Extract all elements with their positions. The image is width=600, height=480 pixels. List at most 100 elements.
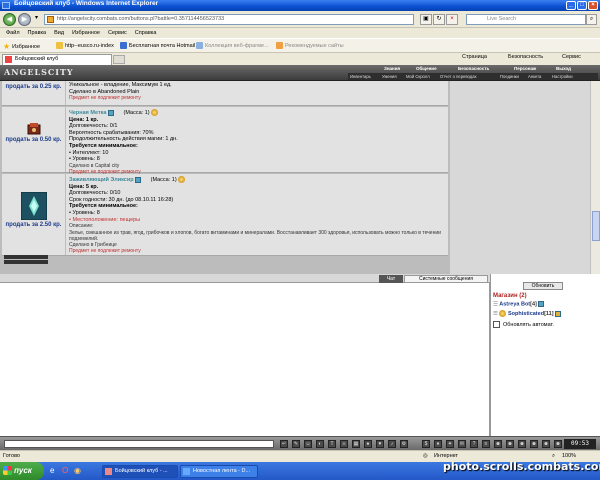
search-icon[interactable]: ⌕ <box>586 14 597 25</box>
nav-exit[interactable]: Выход <box>556 66 571 71</box>
send-icon[interactable]: ↵ <box>280 440 288 448</box>
history-dropdown-icon[interactable]: ▾ <box>32 14 41 25</box>
nav-security[interactable]: Безопасность <box>458 66 489 71</box>
menu-edit[interactable]: Правка <box>28 30 47 36</box>
scroll-icon[interactable]: ≡ <box>482 440 490 448</box>
auto-refresh-checkbox[interactable] <box>493 321 500 328</box>
security-menu[interactable]: Безопасность <box>508 54 543 60</box>
back-button[interactable]: ◀ <box>3 13 16 26</box>
person-icon[interactable]: ☻ <box>542 440 550 448</box>
game-logo[interactable]: ANGELSCITY <box>4 67 74 77</box>
favorites-bar: ★ Избранное http--eusco.ru-index Бесплат… <box>0 38 600 53</box>
quicklaunch-opera-icon[interactable]: O <box>62 466 68 475</box>
menu-view[interactable]: Вид <box>54 30 64 36</box>
user-row[interactable]: ☰ Astreya Bot[4] <box>493 301 545 307</box>
item-made: Сделано в Abandoned Plain <box>69 88 140 95</box>
sell-link[interactable]: продать за 0.50 кр. <box>2 137 65 143</box>
search-input[interactable]: Live Search <box>466 14 586 25</box>
page-menu[interactable]: Страница <box>462 54 487 60</box>
maximize-button[interactable]: □ <box>577 1 587 10</box>
person-icon[interactable]: ☻ <box>494 440 502 448</box>
tab-chat[interactable]: Чат <box>379 275 403 283</box>
fav-item-hotmail[interactable]: Бесплатная почта Hotmail <box>120 42 195 49</box>
subnav-skills[interactable]: Умения <box>382 74 397 79</box>
task-news-feed[interactable]: Новостная лента - D... <box>180 465 258 478</box>
fav-item-suggested[interactable]: Рекомендуемые сайты <box>276 42 344 49</box>
user-info-icon[interactable] <box>538 301 545 307</box>
forward-button[interactable]: ▶ <box>18 13 31 26</box>
scroll-thumb[interactable] <box>592 211 600 241</box>
nav-character[interactable]: Персонаж <box>514 66 536 71</box>
person-icon[interactable]: ☻ <box>518 440 526 448</box>
favorites-button[interactable]: ★ Избранное <box>3 42 40 51</box>
person-icon[interactable]: ☻ <box>530 440 538 448</box>
shop-icon[interactable]: $ <box>422 440 430 448</box>
subnav-settings[interactable]: Настройки <box>552 74 573 79</box>
subnav-scroll[interactable]: Мой Скролл <box>406 74 430 79</box>
quest-icon[interactable]: ? <box>470 440 478 448</box>
task-fight-club[interactable]: Бойцовский клуб - ... <box>102 465 178 478</box>
compat-view-icon[interactable]: ▣ <box>420 14 432 25</box>
rune-icon[interactable]: ✦ <box>446 440 454 448</box>
nav-communication[interactable]: Общение <box>416 66 437 71</box>
subnav-inventory[interactable]: Инвентарь <box>350 74 371 79</box>
item-req-title: Требуется минимальное: <box>69 142 138 149</box>
zoom-icon[interactable]: ⌕ <box>552 453 555 460</box>
zoom-level[interactable]: 100% <box>562 453 576 459</box>
close-button[interactable]: × <box>588 1 598 10</box>
menu-help[interactable]: Справка <box>135 30 157 36</box>
subnav-transfers[interactable]: Отчет о переводах <box>440 74 477 79</box>
user-row[interactable]: ☰ Sophisticated[11] <box>493 310 562 317</box>
user-name[interactable]: Sophisticated <box>508 311 544 317</box>
chat-input[interactable] <box>4 440 274 448</box>
person-icon[interactable]: ☻ <box>554 440 562 448</box>
start-button[interactable]: пуск <box>0 462 44 480</box>
fav-item-eusco[interactable]: http--eusco.ru-index <box>56 42 114 49</box>
counter-badge[interactable] <box>4 260 48 264</box>
filter-icon[interactable]: ◐ <box>316 440 324 448</box>
translit-icon[interactable]: T <box>328 440 336 448</box>
content-scrollbar[interactable] <box>590 81 600 274</box>
smile-icon[interactable]: ☺ <box>304 440 312 448</box>
user-info-icon[interactable] <box>555 310 562 317</box>
address-input[interactable]: http://angelscity.combats.com/buttons.pl… <box>44 14 414 25</box>
info-icon[interactable] <box>108 109 115 116</box>
info-icon[interactable] <box>135 176 142 183</box>
map-icon[interactable]: ▦ <box>352 440 360 448</box>
sell-link[interactable]: продать за 2.50 кр. <box>2 222 65 228</box>
music-icon[interactable]: ♪ <box>388 440 396 448</box>
sub-nav: Инвентарь Умения Мой Скролл Отчет о пере… <box>348 73 598 80</box>
item-name[interactable]: Заживляющий Эликсир <box>69 177 134 183</box>
refresh-button[interactable]: Обновить <box>523 282 563 290</box>
tab-system-messages[interactable]: Системные сообщения <box>404 275 488 283</box>
sell-link[interactable]: продать за 0.25 кр. <box>2 84 65 90</box>
nav-knowledge[interactable]: Знания <box>384 66 400 71</box>
quicklaunch-ie-icon[interactable]: e <box>50 466 54 475</box>
refresh-icon[interactable]: ↻ <box>433 14 445 25</box>
chat-area[interactable] <box>0 283 490 436</box>
counter-badge[interactable] <box>4 255 48 259</box>
clear-icon[interactable]: ✎ <box>292 440 300 448</box>
tools-menu[interactable]: Сервис <box>562 54 581 60</box>
settings-icon[interactable]: ⚙ <box>400 440 408 448</box>
subnav-profile[interactable]: Анкета <box>528 74 541 79</box>
quicklaunch-firefox-icon[interactable]: ◉ <box>74 466 81 475</box>
clan-chat-icon[interactable]: ♠ <box>364 440 372 448</box>
fav-item-webslices[interactable]: Коллекция веб-фрагме... <box>196 42 269 49</box>
minimize-button[interactable]: _ <box>566 1 576 10</box>
fight-icon[interactable]: ⚔ <box>340 440 348 448</box>
friends-icon[interactable]: ♥ <box>376 440 384 448</box>
suggested-icon <box>276 42 283 49</box>
new-tab-button[interactable] <box>113 55 125 64</box>
bag-icon[interactable]: ♦ <box>434 440 442 448</box>
person-icon[interactable]: ☻ <box>506 440 514 448</box>
tab-fight-club[interactable]: Бойцовский клуб <box>2 54 112 65</box>
user-name[interactable]: Astreya Bot <box>499 301 530 307</box>
subnav-battles[interactable]: Поединки <box>500 74 519 79</box>
stop-icon[interactable]: × <box>446 14 458 25</box>
mail-icon[interactable]: ✉ <box>458 440 466 448</box>
menu-tools[interactable]: Сервис <box>108 30 127 36</box>
item-name[interactable]: Черная Метка <box>69 110 106 116</box>
menu-favorites[interactable]: Избранное <box>72 30 100 36</box>
menu-file[interactable]: Файл <box>6 30 20 36</box>
